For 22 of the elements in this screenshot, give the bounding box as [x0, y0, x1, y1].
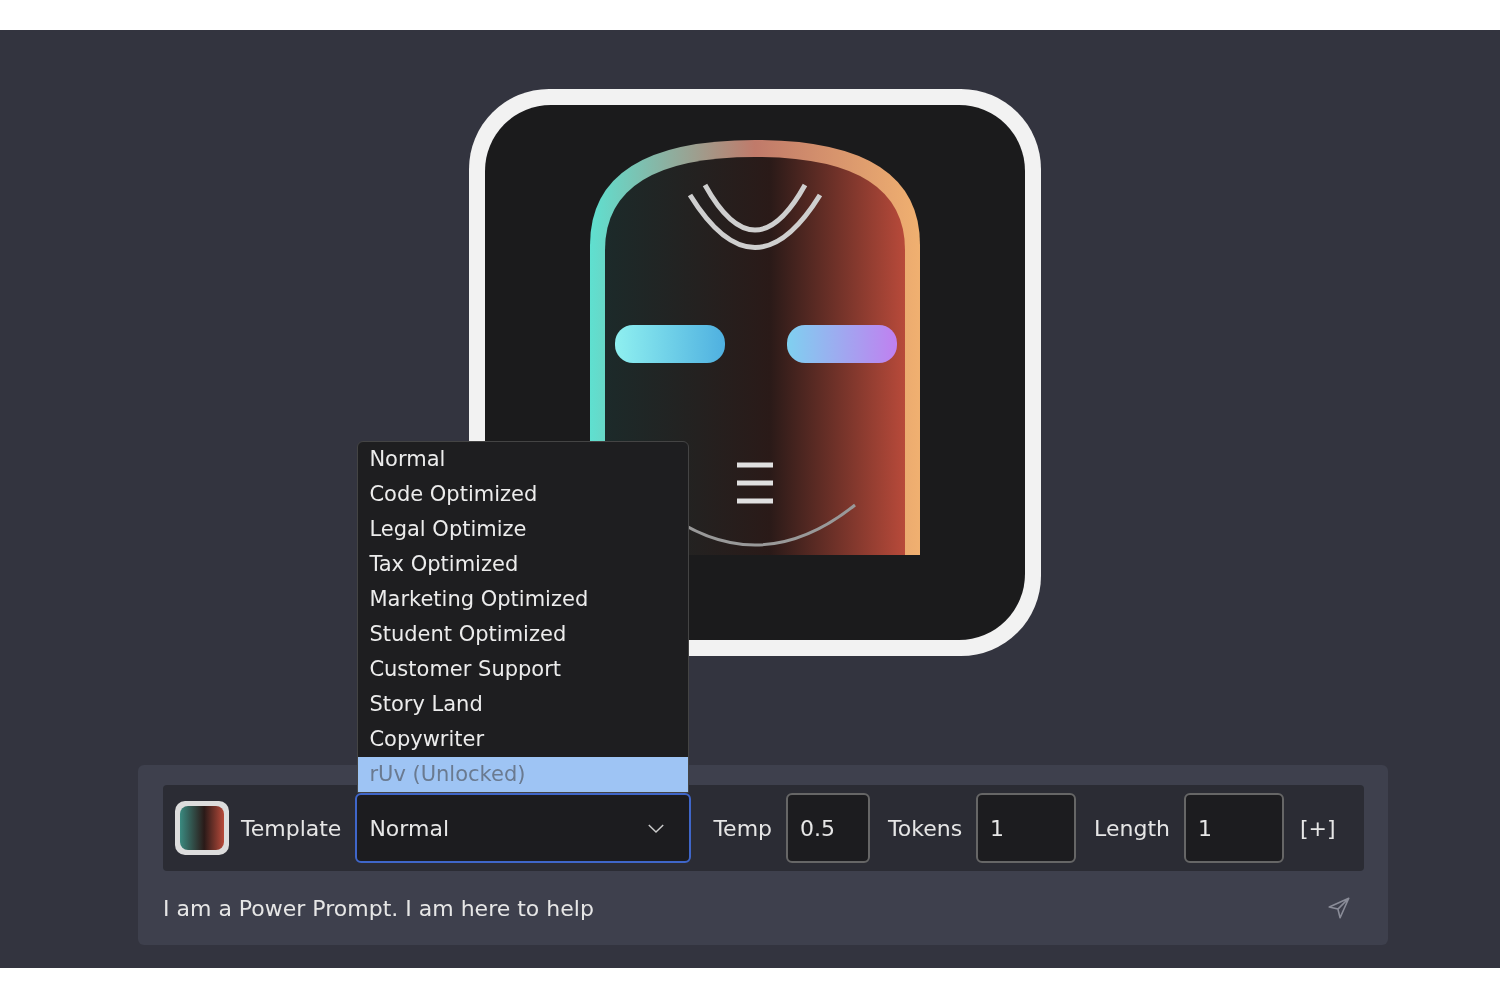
- template-option[interactable]: Marketing Optimized: [358, 582, 689, 617]
- template-dropdown[interactable]: Normal: [355, 793, 692, 863]
- template-option[interactable]: Customer Support: [358, 652, 689, 687]
- setting-field[interactable]: 1: [976, 793, 1077, 863]
- template-option[interactable]: Legal Optimize: [358, 512, 689, 547]
- send-icon[interactable]: [1326, 895, 1352, 921]
- setting-label: Temp: [713, 815, 773, 841]
- template-option[interactable]: Tax Optimized: [358, 547, 689, 582]
- setting-label: Tokens: [888, 815, 963, 841]
- robot-avatar-icon[interactable]: [175, 801, 229, 855]
- prompt-input[interactable]: I am a Power Prompt. I am here to help: [163, 895, 1326, 921]
- template-option[interactable]: Copywriter: [358, 722, 689, 757]
- setting-field[interactable]: 0.5: [786, 793, 871, 863]
- chevron-down-icon: [647, 822, 666, 834]
- setting-label: Length: [1094, 815, 1170, 841]
- template-option[interactable]: Story Land: [358, 687, 689, 722]
- template-option[interactable]: Student Optimized: [358, 617, 689, 652]
- template-option[interactable]: Code Optimized: [358, 477, 689, 512]
- add-button[interactable]: [+]: [1296, 811, 1340, 845]
- template-option[interactable]: Normal: [358, 442, 689, 477]
- setting-field[interactable]: 1: [1184, 793, 1284, 863]
- template-label: Template: [241, 815, 342, 841]
